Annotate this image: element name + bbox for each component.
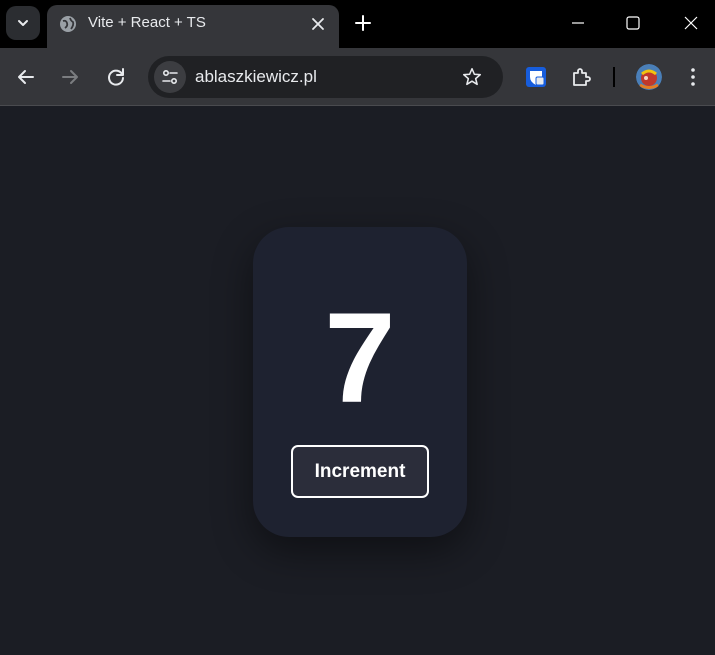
chevron-down-icon <box>18 20 28 26</box>
toolbar-divider <box>613 67 615 87</box>
extensions-icon[interactable] <box>569 65 593 89</box>
profile-avatar[interactable] <box>636 64 662 90</box>
kebab-menu-icon[interactable] <box>681 65 705 89</box>
bitwarden-extension-icon[interactable] <box>524 65 548 89</box>
counter-card: 7 Increment <box>253 227 467 537</box>
star-icon[interactable] <box>461 66 483 88</box>
increment-button[interactable]: Increment <box>291 445 429 498</box>
globe-icon <box>60 16 76 32</box>
active-tab[interactable]: Vite + React + TS <box>47 5 339 48</box>
tab-strip: Vite + React + TS <box>0 0 715 48</box>
tab-search-button[interactable] <box>6 6 40 40</box>
counter-value: 7 <box>324 287 396 430</box>
url-text[interactable]: ablaszkiewicz.pl <box>195 67 317 87</box>
new-tab-icon[interactable] <box>352 12 374 34</box>
address-bar[interactable]: ablaszkiewicz.pl <box>148 56 503 98</box>
reload-icon[interactable] <box>104 65 128 89</box>
maximize-icon[interactable] <box>622 12 644 34</box>
browser-toolbar: ablaszkiewicz.pl <box>0 48 715 106</box>
back-icon[interactable] <box>14 65 38 89</box>
minimize-icon[interactable] <box>567 12 589 34</box>
tab-title: Vite + React + TS <box>88 14 206 31</box>
close-icon[interactable] <box>680 12 702 34</box>
site-info-button[interactable] <box>154 61 186 93</box>
site-info-icon <box>162 69 178 85</box>
forward-icon[interactable] <box>58 65 82 89</box>
page-viewport: 7 Increment <box>0 106 715 655</box>
tab-close-icon[interactable] <box>309 15 327 33</box>
